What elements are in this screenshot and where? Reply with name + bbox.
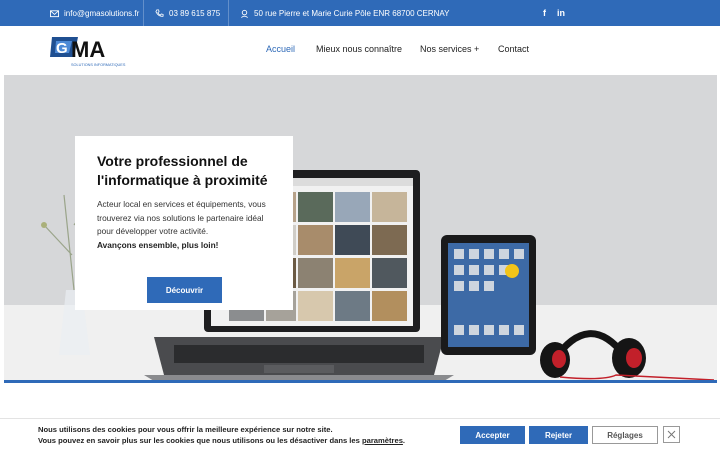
hero-bottom-divider — [4, 380, 717, 383]
nav-mieux-nous-connaitre[interactable]: Mieux nous connaître — [316, 44, 402, 54]
location-icon — [241, 9, 248, 18]
linkedin-icon[interactable]: in — [557, 0, 565, 26]
hero-title: Votre professionnel de l'informatique à … — [97, 153, 268, 188]
topbar-address: 50 rue Pierre et Marie Curie Pôle ENR 68… — [240, 0, 450, 26]
phone-icon — [155, 8, 164, 17]
hero-description: Acteur local en services et équipements,… — [97, 198, 282, 252]
svg-text:G: G — [56, 40, 68, 57]
cookie-line-2: Vous pouvez en savoir plus sur les cooki… — [38, 435, 362, 445]
topbar-email-text[interactable]: info@gmasolutions.fr — [64, 9, 139, 18]
cookie-message: Nous utilisons des cookies pour vous off… — [38, 425, 405, 446]
top-info-bar: info@gmasolutions.fr 03 89 615 875 50 ru… — [0, 0, 720, 26]
topbar-phone-text[interactable]: 03 89 615 875 — [169, 9, 220, 18]
topbar-address-text: 50 rue Pierre et Marie Curie Pôle ENR 68… — [254, 8, 450, 18]
facebook-icon[interactable]: f — [543, 0, 546, 26]
accept-cookies-button[interactable]: Accepter — [460, 426, 525, 444]
mail-icon — [50, 9, 59, 17]
cookie-line-1: Nous utilisons des cookies pour vous off… — [38, 425, 333, 434]
cookie-line-2-end: . — [402, 435, 406, 445]
hero-body: Acteur local en services et équipements,… — [97, 199, 266, 236]
topbar-email[interactable]: info@gmasolutions.fr — [50, 0, 139, 26]
nav-accueil[interactable]: Accueil — [266, 44, 295, 54]
close-cookie-banner-button[interactable] — [663, 426, 680, 443]
gma-logo[interactable]: G MA SOLUTIONS INFORMATIQUES — [50, 33, 126, 69]
topbar-phone[interactable]: 03 89 615 875 — [155, 0, 220, 26]
hero-tagline: Avançons ensemble, plus loin! — [97, 239, 219, 250]
divider — [228, 0, 229, 26]
nav-nos-services[interactable]: Nos services + — [420, 44, 479, 54]
close-icon — [667, 430, 676, 439]
svg-text:MA: MA — [71, 37, 105, 62]
reject-cookies-button[interactable]: Rejeter — [529, 426, 588, 444]
cookie-settings-button[interactable]: Réglages — [592, 426, 658, 444]
nav-contact[interactable]: Contact — [498, 44, 529, 54]
discover-button[interactable]: Découvrir — [147, 277, 222, 303]
svg-text:SOLUTIONS INFORMATIQUES: SOLUTIONS INFORMATIQUES — [71, 63, 126, 67]
divider — [143, 0, 144, 26]
cookie-settings-link[interactable]: paramètres — [362, 436, 403, 445]
